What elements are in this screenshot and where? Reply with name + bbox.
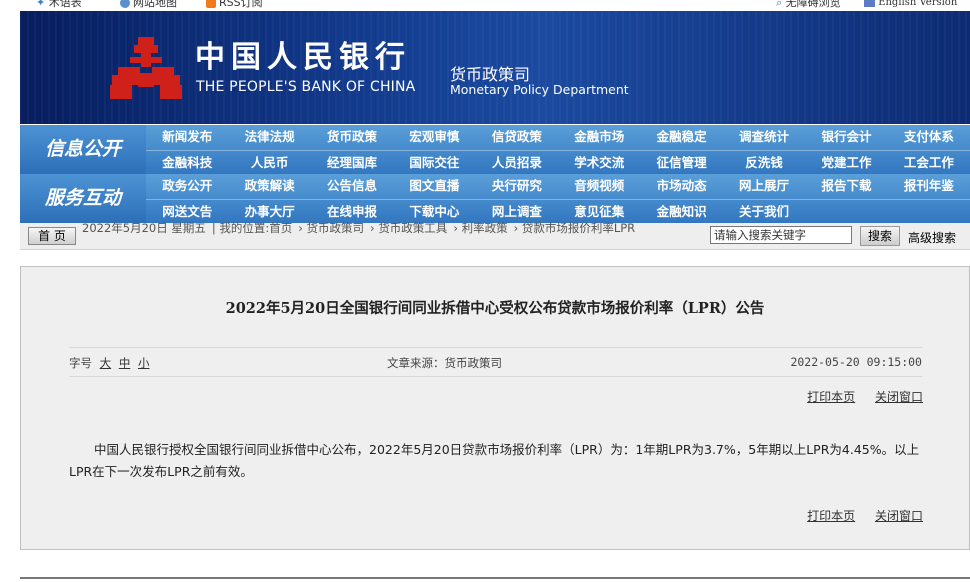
print-link[interactable]: 打印本页 (807, 509, 855, 523)
font-size-large[interactable]: 大 (100, 356, 112, 370)
nav-item[interactable]: 工会工作 (888, 151, 970, 175)
breadcrumb-item[interactable]: 货币政策工具 (378, 221, 447, 235)
globe-icon (120, 0, 130, 8)
font-size-switcher: 字号 大 中 小 (69, 355, 149, 371)
nav-item[interactable]: 音频视频 (558, 174, 640, 198)
nav-info-label: 信息公开 (20, 125, 146, 174)
nav-item[interactable]: 网上展厅 (723, 174, 805, 198)
breadcrumb-bar: 首 页 2022年5月20日 星期五 | 我的位置:首页 › 货币政策司 › 货币政策… (20, 221, 970, 250)
footer-divider (20, 577, 970, 579)
nav-item[interactable]: 新闻发布 (146, 125, 228, 149)
utility-bar: ✦ 术语表 网站地图 RSS订阅 ⌕ 无障碍浏览 English Version (0, 0, 970, 11)
english-version-link[interactable]: English Version (864, 0, 957, 10)
nav-item[interactable]: 宏观审慎 (393, 125, 475, 149)
font-size-medium[interactable]: 中 (119, 356, 131, 370)
close-window-link[interactable]: 关闭窗口 (875, 509, 923, 523)
nav-item[interactable]: 金融科技 (146, 151, 228, 175)
glossary-icon: ✦ (36, 0, 46, 9)
nav-service-row-1: 政务公开 政策解读 公告信息 图文直播 央行研究 音频视频 市场动态 网上展厅 … (146, 174, 970, 198)
article-source: 文章来源：货币政策司 (387, 356, 502, 370)
nav-info-row-1: 新闻发布 法律法规 货币政策 宏观审慎 信贷政策 金融市场 金融稳定 调查统计 … (146, 125, 970, 149)
current-date: 2022年5月20日 星期五 (82, 221, 206, 235)
article-meta: 字号 大 中 小 文章来源：货币政策司 2022-05-20 09:15:00 (69, 347, 922, 377)
nav-item[interactable]: 市场动态 (640, 174, 722, 198)
nav-item[interactable]: 人员招录 (476, 151, 558, 175)
header-banner: 中国人民银行 THE PEOPLE'S BANK OF CHINA 货币政策司 … (20, 11, 970, 124)
department-name-en: Monetary Policy Department (450, 82, 629, 97)
nav-item[interactable]: 金融市场 (558, 125, 640, 149)
nav-item[interactable]: 关于我们 (723, 200, 805, 224)
nav-item[interactable]: 政策解读 (228, 174, 310, 198)
nav-item[interactable]: 信贷政策 (476, 125, 558, 149)
nav-item[interactable]: 反洗钱 (723, 151, 805, 175)
article-actions-top: 打印本页 关闭窗口 (791, 388, 923, 405)
nav-item[interactable]: 国际交往 (393, 151, 475, 175)
font-size-small[interactable]: 小 (138, 356, 150, 370)
nav-info-row-2: 金融科技 人民币 经理国库 国际交往 人员招录 学术交流 征信管理 反洗钱 党建… (146, 150, 970, 175)
nav-item[interactable]: 报告下载 (805, 174, 887, 198)
pboc-logo-icon (110, 37, 182, 99)
nav-service-label: 服务互动 (20, 174, 146, 223)
nav-service-section: 服务互动 政务公开 政策解读 公告信息 图文直播 央行研究 音频视频 市场动态 … (20, 174, 970, 223)
sitemap-link[interactable]: 网站地图 (120, 0, 177, 10)
breadcrumb-item[interactable]: 货币政策司 (307, 221, 365, 235)
nav-item (888, 200, 970, 224)
accessibility-link[interactable]: ⌕ 无障碍浏览 (776, 0, 841, 10)
nav-item[interactable]: 货币政策 (311, 125, 393, 149)
home-button[interactable]: 首 页 (28, 227, 76, 245)
nav-item[interactable]: 调查统计 (723, 125, 805, 149)
nav-item[interactable]: 金融知识 (640, 200, 722, 224)
nav-item[interactable]: 报刊年鉴 (888, 174, 970, 198)
nav-item[interactable]: 学术交流 (558, 151, 640, 175)
nav-item[interactable]: 公告信息 (311, 174, 393, 198)
rss-icon (206, 0, 216, 8)
advanced-search-link[interactable]: 高级搜索 (908, 229, 956, 246)
close-window-link[interactable]: 关闭窗口 (875, 390, 923, 404)
bank-name-en: THE PEOPLE'S BANK OF CHINA (196, 79, 416, 95)
bank-name-cn: 中国人民银行 (195, 40, 411, 75)
nav-item[interactable]: 金融稳定 (640, 125, 722, 149)
breadcrumb: 2022年5月20日 星期五 | 我的位置:首页 › 货币政策司 › 货币政策工具 › … (82, 221, 636, 235)
font-size-label: 字号 (69, 356, 92, 370)
breadcrumb-home[interactable]: 我的位置:首页 (219, 221, 292, 235)
breadcrumb-item[interactable]: 利率政策 (462, 221, 508, 235)
nav-item[interactable]: 银行会计 (805, 125, 887, 149)
nav-item[interactable]: 经理国库 (311, 151, 393, 175)
nav-item[interactable]: 法律法规 (228, 125, 310, 149)
nav-item[interactable]: 图文直播 (393, 174, 475, 198)
article-actions-bottom: 打印本页 关闭窗口 (791, 507, 923, 524)
search-glass-icon: ⌕ (776, 0, 783, 9)
search-input[interactable] (710, 226, 852, 244)
breadcrumb-item[interactable]: 贷款市场报价利率LPR (522, 221, 635, 235)
nav-info-section: 信息公开 新闻发布 法律法规 货币政策 宏观审慎 信贷政策 金融市场 金融稳定 … (20, 125, 970, 174)
search-button[interactable]: 搜索 (860, 226, 900, 246)
nav-item[interactable]: 征信管理 (640, 151, 722, 175)
nav-item (805, 200, 887, 224)
article-panel: 2022年5月20日全国银行间同业拆借中心受权公布贷款市场报价利率（LPR）公告… (20, 266, 970, 550)
flag-icon (864, 0, 875, 7)
nav-item[interactable]: 政务公开 (146, 174, 228, 198)
nav-item[interactable]: 人民币 (228, 151, 310, 175)
article-body: 中国人民银行授权全国银行间同业拆借中心公布，2022年5月20日贷款市场报价利率… (69, 442, 920, 479)
article-title: 2022年5月20日全国银行间同业拆借中心受权公布贷款市场报价利率（LPR）公告 (225, 300, 765, 317)
print-link[interactable]: 打印本页 (807, 390, 855, 404)
glossary-link[interactable]: ✦ 术语表 (36, 0, 82, 10)
nav-item[interactable]: 党建工作 (805, 151, 887, 175)
nav-item[interactable]: 央行研究 (476, 174, 558, 198)
article-datetime: 2022-05-20 09:15:00 (790, 355, 922, 369)
nav-item[interactable]: 支付体系 (888, 125, 970, 149)
rss-link[interactable]: RSS订阅 (206, 0, 263, 10)
